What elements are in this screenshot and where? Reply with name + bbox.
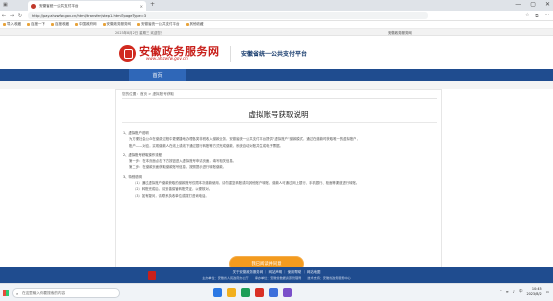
logo-url: www.ahzwfw.gov.cn (146, 56, 188, 61)
instruction-line: （3）如有疑问，请联系执收单位或拨打咨询电话。 (133, 193, 209, 198)
platform-name: 安徽省统一公共支付平台 (241, 51, 308, 58)
taskbar-app-icon[interactable] (213, 288, 222, 297)
title-bar: ▣ 安徽省统一公共支付平台 × + — ▢ ✕ (0, 0, 553, 11)
bookmark-item[interactable]: 导入收藏 (3, 22, 21, 27)
search-icon: ⌕ (16, 291, 19, 296)
page-background (0, 81, 553, 89)
divider (122, 98, 437, 99)
window-menu-icon[interactable]: ▣ (3, 2, 8, 8)
folder-icon (137, 23, 140, 26)
header-divider (230, 46, 231, 62)
bookmark-item[interactable]: 安徽省统一公共支付平台 (137, 22, 180, 27)
folder-icon (185, 23, 189, 26)
clock-date: 2023/8/2 (526, 291, 542, 296)
instruction-line: 账户——对应，实现缴款人在线上或线下通过银行转账等方式完成缴款，系统自动对账并生… (129, 143, 283, 148)
window-controls: — ▢ ✕ (515, 1, 550, 8)
portal-link[interactable]: 安徽政务服务网 (388, 30, 412, 35)
page-title: 虚拟账号获取说明 (248, 110, 309, 119)
folder-icon (51, 23, 54, 26)
folder-icon (3, 23, 6, 26)
folder-icon (102, 23, 106, 26)
folder-icon (27, 23, 30, 26)
system-tray: ˄ ≋ ♪ 中 10:45 2023/8/2 ▭ (500, 287, 549, 296)
browser-tab[interactable]: 安徽省统一公共支付平台 × (28, 1, 146, 11)
wifi-icon[interactable]: ≋ (506, 290, 509, 294)
instructions-text: 1、虚拟账户说明 为方便社会公众在缴费过程中更便捷地办理各类非税收入缴款业务，安徽… (123, 130, 435, 199)
favicon-icon (31, 3, 36, 9)
footer-info: 主办单位：安徽省人民政府办公厅 承办单位：安徽省数据资源管理局 技术支持：安徽省… (202, 276, 351, 280)
clock[interactable]: 10:45 2023/8/2 (526, 287, 541, 296)
bookmark-item[interactable]: 其他收藏 (185, 22, 204, 27)
logo-icon[interactable] (119, 45, 136, 62)
bookmarks-bar: 导入收藏 百度一下 百度收藏 中国政府网 安徽政务服务网 安徽省统一公共支付平台… (0, 21, 553, 29)
folder-icon (75, 23, 78, 26)
top-strip: 2023年8月2日 星期三 欢迎您！ 安徽政务服务网 (0, 29, 553, 36)
new-tab-button[interactable]: + (150, 1, 155, 8)
site-header: 安徽政务服务网 www.ahzwfw.gov.cn 安徽省统一公共支付平台 (0, 36, 553, 69)
volume-icon[interactable]: ♪ (513, 290, 515, 294)
breadcrumb: 您的位置：首页 > 虚拟账号获取 (122, 92, 175, 96)
toolbar-icons: ☆ ⧉ ⋯ (525, 13, 553, 19)
star-icon[interactable]: ☆ (525, 13, 529, 19)
web-page: 2023年8月2日 星期三 欢迎您！ 安徽政务服务网 安徽政务服务网 www.a… (0, 29, 553, 283)
taskbar-search[interactable]: ⌕ 在这里输入你要搜索的内容 (12, 288, 120, 298)
search-placeholder: 在这里输入你要搜索的内容 (22, 290, 66, 295)
input-language[interactable]: 中 (519, 289, 523, 294)
nav-bar: 首页 (0, 69, 553, 81)
close-window-button[interactable]: ✕ (545, 1, 550, 8)
footer-links[interactable]: 关于安徽政务服务网 ｜ 网站声明 ｜ 使用帮助 ｜ 网站地图 (0, 269, 553, 274)
url-input[interactable]: http://pay.ahzwfw.gov.cn/html/transfer/s… (28, 12, 428, 19)
bookmark-item[interactable]: 百度收藏 (51, 22, 69, 27)
forward-icon[interactable]: → (8, 13, 16, 19)
divider (122, 122, 437, 123)
maximize-button[interactable]: ▢ (530, 1, 536, 8)
taskbar-app-icon[interactable] (255, 288, 264, 297)
taskbar-apps (213, 288, 292, 297)
start-icon[interactable] (3, 290, 9, 296)
tab-title: 安徽省统一公共支付平台 (39, 3, 79, 8)
minimize-button[interactable]: — (515, 1, 521, 8)
nav-home[interactable]: 首页 (129, 69, 186, 81)
back-icon[interactable]: ← (0, 13, 8, 19)
taskbar: ⌕ 在这里输入你要搜索的内容 ˄ ≋ ♪ 中 10:45 2023/8/2 ▭ (0, 283, 553, 301)
bookmark-item[interactable]: 中国政府网 (75, 22, 97, 27)
chevron-up-icon[interactable]: ˄ (500, 290, 502, 294)
reload-icon[interactable]: ↻ (16, 13, 24, 19)
address-bar: ← → ↻ http://pay.ahzwfw.gov.cn/html/tran… (0, 11, 553, 21)
bookmark-item[interactable]: 百度一下 (27, 22, 45, 27)
date-line: 2023年8月2日 星期三 欢迎您！ (115, 31, 165, 35)
instruction-line: 第二步：在缴款页面获取缴款账号信息，按照提示进行转账缴款。 (129, 165, 226, 170)
taskbar-app-icon[interactable] (269, 288, 278, 297)
site-footer: 关于安徽政务服务网 ｜ 网站声明 ｜ 使用帮助 ｜ 网站地图 主办单位：安徽省人… (0, 267, 553, 283)
content-card: 您的位置：首页 > 虚拟账号获取 虚拟账号获取说明 1、虚拟账户说明 为方便社会公… (115, 89, 442, 279)
menu-icon[interactable]: ⋯ (545, 13, 550, 19)
notification-icon[interactable]: ▭ (546, 290, 549, 294)
tab-close-icon[interactable]: × (140, 4, 143, 9)
taskbar-app-icon[interactable] (283, 288, 292, 297)
taskbar-app-icon[interactable] (227, 288, 236, 297)
bookmark-item[interactable]: 安徽政务服务网 (102, 22, 131, 27)
taskbar-app-icon[interactable] (241, 288, 250, 297)
extensions-icon[interactable]: ⧉ (535, 13, 538, 19)
browser-window: ▣ 安徽省统一公共支付平台 × + — ▢ ✕ ← → ↻ http://pay… (0, 0, 553, 301)
